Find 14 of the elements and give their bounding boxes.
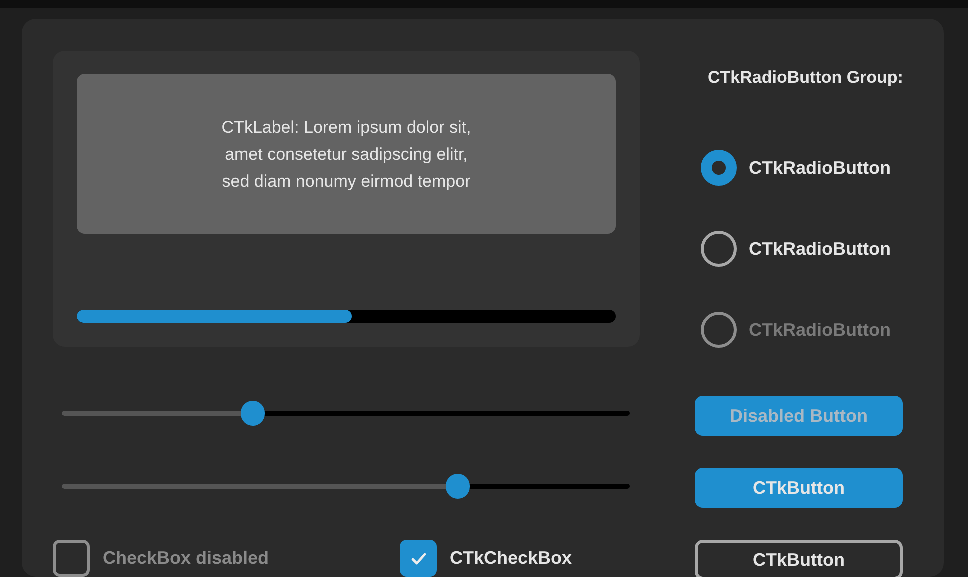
- button[interactable]: CTkButton: [695, 540, 903, 577]
- radio-label: CTkRadioButton: [749, 320, 891, 340]
- label-text: CTkLabel: Lorem ipsum dolor sit, amet consetetur sadipscing elitr, sed diam nonumy eirmod tempor: [222, 116, 472, 192]
- radio-label: CTkRadioButton: [749, 238, 891, 260]
- radio-label: CTkRadioButton: [749, 158, 891, 178]
- checkbox[interactable]: [400, 540, 437, 577]
- radio-group-title: CTkRadioButton Group:: [708, 68, 904, 88]
- checkbox-label: CTkCheckBox: [450, 548, 572, 569]
- radio-button[interactable]: [701, 231, 737, 267]
- radio-button[interactable]: [701, 150, 737, 186]
- slider-thumb[interactable]: [446, 474, 470, 498]
- checkbox-label: CheckBox disabled: [103, 548, 270, 569]
- slider-thumb[interactable]: [240, 400, 265, 426]
- button[interactable]: CTkButton: [695, 468, 903, 508]
